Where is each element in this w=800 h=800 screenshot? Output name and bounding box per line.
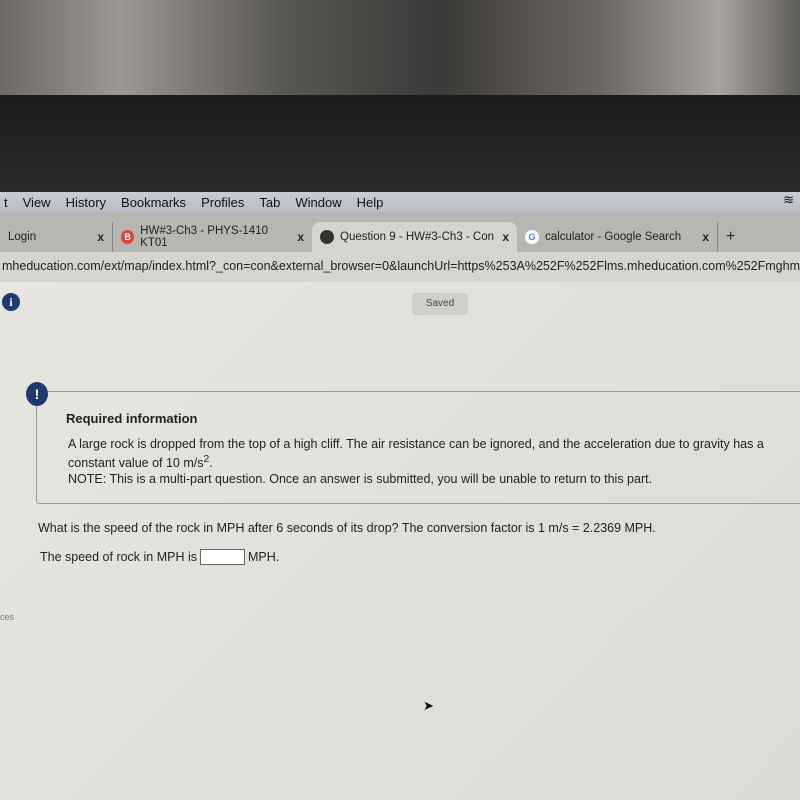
- tab-label: HW#3-Ch3 - PHYS-1410 KT01: [140, 225, 268, 249]
- problem-text: A large rock is dropped from the top of …: [68, 436, 768, 487]
- google-icon: G: [525, 230, 539, 244]
- close-icon[interactable]: x: [89, 230, 104, 244]
- menu-bar: t View History Bookmarks Profiles Tab Wi…: [0, 192, 800, 212]
- laptop-bezel: [0, 95, 800, 263]
- saved-status: Saved: [412, 293, 468, 315]
- side-panel-text: ces: [0, 612, 15, 622]
- answer-prefix: The speed of rock in MPH is: [40, 550, 198, 564]
- note-text: NOTE: This is a multi-part question. Onc…: [68, 472, 653, 487]
- background-room: [0, 0, 800, 100]
- close-icon[interactable]: x: [494, 230, 509, 244]
- answer-input[interactable]: [200, 549, 246, 565]
- close-icon[interactable]: x: [289, 230, 304, 244]
- tab-calculator[interactable]: G calculator - Google Search x: [517, 222, 717, 252]
- required-title: Required information: [66, 411, 198, 426]
- tab-bar: Login x B HW#3-Ch3 - PHYS-1410 KT01 x Qu…: [0, 212, 800, 252]
- wifi-icon[interactable]: ≋: [783, 192, 794, 208]
- globe-icon: [320, 230, 334, 244]
- question-text: What is the speed of the rock in MPH aft…: [38, 521, 656, 535]
- menu-view[interactable]: View: [23, 195, 51, 210]
- alert-icon: !: [26, 382, 48, 406]
- menu-bookmarks[interactable]: Bookmarks: [121, 195, 186, 210]
- tab-label: Question 9 - HW#3-Ch3 - Con: [340, 231, 495, 243]
- tab-label: calculator - Google Search: [545, 231, 682, 243]
- answer-suffix: MPH.: [248, 550, 280, 564]
- answer-row: The speed of rock in MPH is MPH.: [40, 549, 279, 565]
- b-logo-icon: B: [121, 230, 135, 244]
- menu-tab[interactable]: Tab: [259, 195, 280, 210]
- problem-statement: A large rock is dropped from the top of …: [68, 437, 764, 471]
- tab-hw3[interactable]: B HW#3-Ch3 - PHYS-1410 KT01 x: [112, 222, 312, 252]
- menu-help[interactable]: Help: [357, 195, 384, 210]
- menu-window[interactable]: Window: [295, 195, 341, 210]
- close-icon[interactable]: x: [694, 230, 709, 244]
- menu-profiles[interactable]: Profiles: [201, 195, 244, 210]
- info-icon[interactable]: i: [2, 293, 20, 311]
- new-tab-button[interactable]: +: [717, 222, 743, 252]
- period: .: [209, 456, 213, 471]
- tab-login[interactable]: Login x: [0, 222, 112, 252]
- address-bar[interactable]: mheducation.com/ext/map/index.html?_con=…: [0, 252, 800, 282]
- tab-question-9[interactable]: Question 9 - HW#3-Ch3 - Con x: [312, 222, 517, 252]
- page-content: i Saved ! Required information A large r…: [0, 282, 800, 800]
- mouse-cursor-icon: ➤: [423, 698, 434, 713]
- tab-label: Login: [8, 231, 37, 243]
- menu-history[interactable]: History: [66, 195, 106, 210]
- menu-edit[interactable]: t: [4, 195, 8, 210]
